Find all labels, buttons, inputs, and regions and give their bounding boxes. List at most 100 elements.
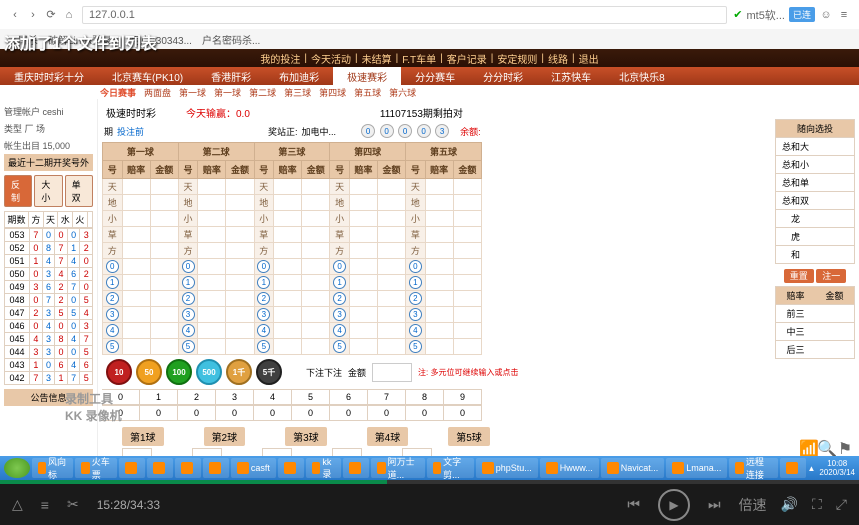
amt-cell[interactable]	[453, 259, 481, 275]
bet-label[interactable]: 小	[178, 211, 198, 227]
bet-label[interactable]: 小	[103, 211, 123, 227]
amt-cell[interactable]	[302, 307, 330, 323]
nav-tab[interactable]: 江苏快车	[537, 67, 605, 86]
subnav-item[interactable]: 第一球	[214, 86, 241, 99]
bet-label[interactable]: 4	[406, 323, 426, 339]
amt-cell[interactable]	[377, 227, 405, 243]
play-button[interactable]: ▶	[658, 489, 690, 521]
bet-amount-input[interactable]	[372, 363, 412, 382]
nav-tab[interactable]: 北京赛车(PK10)	[98, 67, 197, 86]
bet-label[interactable]: 地	[330, 195, 350, 211]
speed-label[interactable]: 倍速	[739, 495, 767, 515]
home-icon[interactable]: ⌂	[62, 8, 76, 22]
bet-label[interactable]: 草	[254, 227, 274, 243]
reset-btn[interactable]: 重置	[784, 269, 814, 283]
subnav-item[interactable]: 今日赛事	[100, 86, 136, 99]
bet-label[interactable]: 天	[330, 179, 350, 195]
nav-tab[interactable]: 北京快乐8	[605, 67, 679, 86]
bet-label[interactable]: 5	[330, 339, 350, 355]
triple-row[interactable]: 中三	[775, 322, 855, 341]
amt-cell[interactable]	[302, 227, 330, 243]
nav-tab[interactable]: 重庆时时彩十分	[0, 67, 98, 86]
hdr-link[interactable]: 我的投注	[260, 51, 300, 66]
bookmark-item[interactable]: 户名密码杀...	[202, 32, 260, 47]
taskbar-item[interactable]	[780, 458, 806, 478]
taskbar-item[interactable]: kk录	[306, 458, 341, 478]
hdr-link[interactable]: 未结算	[362, 51, 392, 66]
filter-btn[interactable]: 单双	[65, 175, 93, 207]
bet-label[interactable]: 5	[406, 339, 426, 355]
amt-cell[interactable]	[226, 323, 254, 339]
amt-cell[interactable]	[453, 291, 481, 307]
sum-row[interactable]: 和	[775, 245, 855, 264]
taskbar-item[interactable]	[147, 458, 173, 478]
bet-label[interactable]: 方	[330, 243, 350, 259]
num-col[interactable]: 7	[368, 390, 406, 404]
bet-label[interactable]: 方	[406, 243, 426, 259]
hdr-link[interactable]: 今天活动	[311, 51, 351, 66]
amt-cell[interactable]	[453, 179, 481, 195]
bet-label[interactable]: 地	[178, 195, 198, 211]
amt-cell[interactable]	[150, 243, 178, 259]
amt-cell[interactable]	[377, 259, 405, 275]
capture-icon[interactable]: ✂	[67, 496, 79, 513]
num-col[interactable]: 2	[178, 390, 216, 404]
bet-label[interactable]: 1	[103, 275, 123, 291]
hdr-link[interactable]: 安定规则	[497, 51, 537, 66]
nav-tab[interactable]: 香港肝彩	[197, 67, 265, 86]
bet-label[interactable]: 2	[178, 291, 198, 307]
taskbar-item[interactable]: Navicat...	[601, 458, 665, 478]
bet-label[interactable]: 0	[406, 259, 426, 275]
bet-label[interactable]: 3	[254, 307, 274, 323]
subnav-item[interactable]: 第一球	[179, 86, 206, 99]
amt-cell[interactable]	[302, 323, 330, 339]
amt-cell[interactable]	[453, 339, 481, 355]
num-col[interactable]: 6	[330, 390, 368, 404]
amt-cell[interactable]	[377, 195, 405, 211]
net-icon[interactable]: 📶	[802, 442, 816, 456]
num-col[interactable]: 5	[292, 390, 330, 404]
subnav-item[interactable]: 第三球	[284, 86, 311, 99]
bet-label[interactable]: 小	[330, 211, 350, 227]
hdr-link[interactable]: 客户记录	[447, 51, 487, 66]
list-icon[interactable]: ≡	[41, 497, 49, 513]
bet-label[interactable]: 5	[178, 339, 198, 355]
amt-cell[interactable]	[453, 323, 481, 339]
taskbar-item[interactable]	[203, 458, 229, 478]
amt-cell[interactable]	[302, 339, 330, 355]
amt-cell[interactable]	[150, 307, 178, 323]
bet-label[interactable]: 草	[406, 227, 426, 243]
hdr-link[interactable]: F.T车单	[402, 51, 436, 66]
bet-label[interactable]: 3	[330, 307, 350, 323]
num-col[interactable]: 9	[444, 390, 482, 404]
sum-row[interactable]: 龙	[775, 209, 855, 228]
bet-label[interactable]: 2	[254, 291, 274, 307]
progress-bar[interactable]	[0, 480, 859, 484]
chip-50[interactable]: 50	[136, 359, 162, 385]
flag-icon[interactable]: ⚑	[838, 442, 852, 456]
btab[interactable]: 第1球	[122, 427, 164, 446]
chip-500[interactable]: 500	[196, 359, 222, 385]
bet-label[interactable]: 天	[254, 179, 274, 195]
menu-icon[interactable]: ≡	[837, 8, 851, 22]
sum-row[interactable]: 总和双	[775, 191, 855, 210]
amt-cell[interactable]	[302, 211, 330, 227]
taskbar-item[interactable]: phpStu...	[476, 458, 538, 478]
subnav-item[interactable]: 第五球	[354, 86, 381, 99]
btab[interactable]: 第5球	[448, 427, 490, 446]
prev-icon[interactable]: ⏮	[627, 496, 640, 513]
amt-cell[interactable]	[453, 243, 481, 259]
bet-label[interactable]: 方	[178, 243, 198, 259]
tray-icon[interactable]: ▲	[807, 464, 815, 473]
bet-label[interactable]: 4	[254, 323, 274, 339]
system-tray[interactable]: ▲ 10:08 2020/3/14	[807, 459, 855, 477]
amt-cell[interactable]	[226, 307, 254, 323]
submit-btn[interactable]: 注一	[816, 269, 846, 283]
bet-label[interactable]: 2	[103, 291, 123, 307]
taskbar-item[interactable]: Hwww...	[540, 458, 599, 478]
user-icon[interactable]: ☺	[819, 8, 833, 22]
amt-cell[interactable]	[377, 339, 405, 355]
bet-label[interactable]: 4	[103, 323, 123, 339]
taskbar-item[interactable]	[278, 458, 304, 478]
sum-row[interactable]: 虎	[775, 227, 855, 246]
